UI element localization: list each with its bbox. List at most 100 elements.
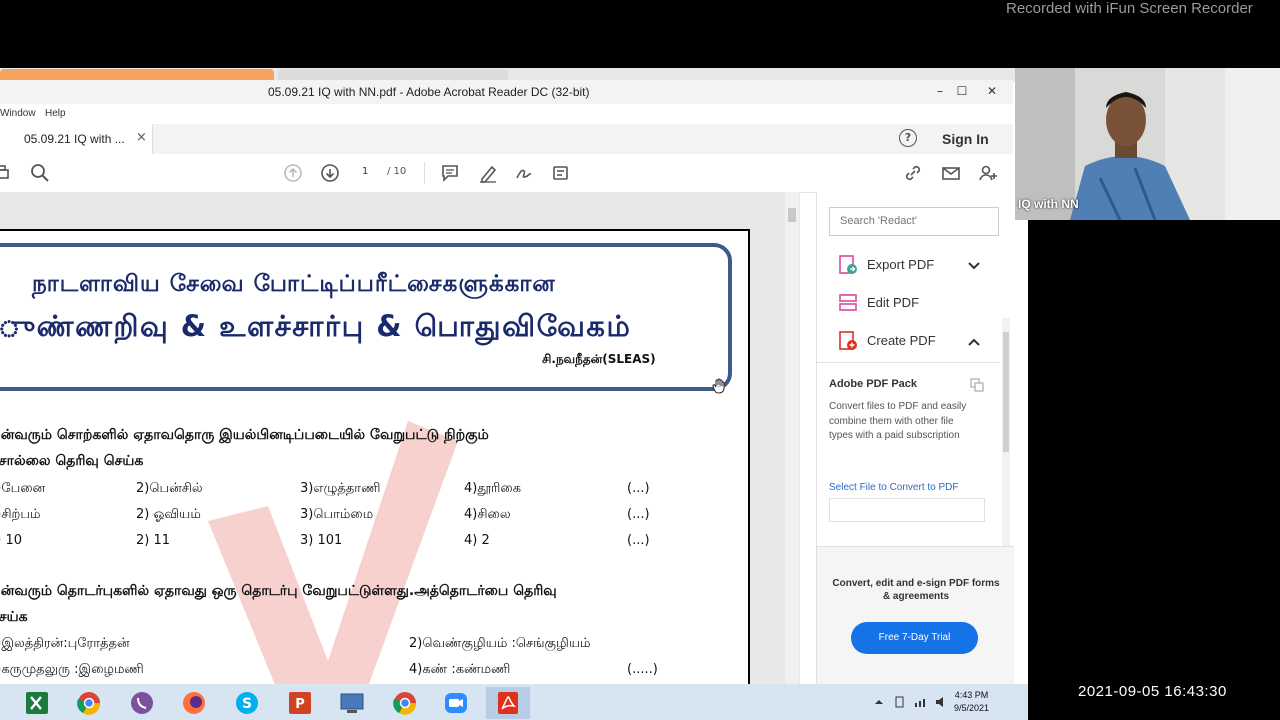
answer-blank: (...) bbox=[627, 507, 650, 522]
email-icon[interactable] bbox=[939, 161, 963, 185]
create-pdf-item[interactable]: Create PDF bbox=[837, 326, 987, 356]
option: 4)கண் :கண்மணி bbox=[409, 662, 511, 677]
taskbar-computer[interactable] bbox=[330, 687, 374, 719]
taskbar: S P 4:43 PM 9/5/2021 bbox=[0, 684, 1028, 720]
export-pdf-item[interactable]: Export PDF bbox=[837, 250, 987, 280]
page-total: / 10 bbox=[387, 166, 407, 177]
pdf-title-line1: நாடளாவிய சேவை போட்டிப்பரீட்சைகளுக்கான bbox=[32, 271, 556, 297]
minimize-button[interactable]: – bbox=[930, 82, 950, 100]
menu-help[interactable]: Help bbox=[45, 108, 66, 119]
create-pdf-icon bbox=[839, 331, 857, 350]
tools-pane: Export PDF Edit PDF Create PDF Adobe PDF… bbox=[816, 192, 1014, 720]
computer-icon bbox=[340, 693, 364, 713]
clock[interactable]: 4:43 PM 9/5/2021 bbox=[954, 689, 989, 715]
search-redact-box[interactable] bbox=[829, 207, 999, 236]
pdf-author: சி.நவநீதன்(SLEAS) bbox=[542, 352, 656, 366]
menu-window[interactable]: Window bbox=[0, 108, 36, 119]
option: 3)எழுத்தாணி bbox=[300, 481, 381, 496]
pdf-title-line2: ுண்ணறிவு & உளச்சார்பு & பொதுவிவேகம் bbox=[0, 309, 632, 343]
export-pdf-icon bbox=[839, 255, 857, 274]
share-link-icon[interactable] bbox=[901, 161, 925, 185]
system-tray-icons[interactable] bbox=[872, 694, 952, 710]
clock-date: 9/5/2021 bbox=[954, 703, 990, 713]
option: 2)பென்சில் bbox=[136, 481, 203, 496]
redact-icon[interactable] bbox=[550, 161, 574, 185]
highlight-pen-icon[interactable] bbox=[476, 161, 500, 185]
select-file-link[interactable]: Select File to Convert to PDF bbox=[829, 482, 959, 493]
acrobat-icon bbox=[498, 692, 518, 714]
sign-icon[interactable] bbox=[512, 161, 536, 185]
webcam-label: IQ with NN bbox=[1018, 197, 1079, 211]
comment-icon[interactable] bbox=[438, 161, 462, 185]
pdf-pack-description: Convert files to PDF and easily combine … bbox=[829, 401, 967, 441]
taskbar-chrome[interactable] bbox=[67, 687, 111, 719]
sign-in-button[interactable]: Sign In bbox=[942, 131, 989, 147]
question-1-line2: சொல்லை தெரிவு செய்க bbox=[0, 453, 144, 469]
taskbar-firefox[interactable] bbox=[172, 687, 216, 719]
document-scrollbar[interactable] bbox=[785, 192, 799, 720]
powerpoint-icon: P bbox=[289, 692, 311, 714]
chevron-up-icon[interactable] bbox=[967, 335, 981, 349]
toolbar-divider bbox=[424, 162, 425, 184]
create-pdf-label: Create PDF bbox=[867, 333, 936, 348]
recording-timestamp: 2021-09-05 16:43:30 bbox=[1078, 683, 1227, 700]
option: 3)பொம்மை bbox=[300, 507, 374, 522]
promo-text: Convert, edit and e-sign PDF forms & agr… bbox=[832, 578, 1000, 602]
free-trial-button[interactable]: Free 7-Day Trial bbox=[851, 622, 978, 654]
document-scroll-thumb[interactable] bbox=[788, 208, 796, 222]
taskbar-skype[interactable]: S bbox=[225, 687, 269, 719]
option: 2) 11 bbox=[136, 533, 171, 548]
search-icon[interactable] bbox=[28, 161, 52, 185]
document-tab[interactable]: 05.09.21 IQ with ... × bbox=[0, 124, 153, 154]
option: 4)சிலை bbox=[464, 507, 511, 522]
panel-divider bbox=[817, 362, 1000, 363]
panel-scroll-thumb[interactable] bbox=[1003, 332, 1009, 452]
close-window-button[interactable]: ✕ bbox=[982, 82, 1002, 100]
option: 1) 10 bbox=[0, 533, 23, 548]
search-redact-input[interactable] bbox=[840, 215, 990, 227]
svg-text:P: P bbox=[295, 697, 305, 712]
page-number-input[interactable]: 1 bbox=[362, 166, 368, 177]
excel-icon bbox=[26, 692, 48, 714]
option: 3) 101 bbox=[300, 533, 343, 548]
viber-icon bbox=[131, 692, 153, 714]
option: 2) ஓவியம் bbox=[136, 507, 201, 522]
option: 1)பேனை bbox=[0, 481, 46, 496]
question-1-line1: பின்வரும் சொற்களில் ஏதாவதொரு இயல்பினடிப்… bbox=[0, 427, 489, 443]
menu-bar: Window Help bbox=[0, 104, 1013, 124]
export-pdf-label: Export PDF bbox=[867, 257, 935, 272]
add-user-icon[interactable] bbox=[976, 161, 1000, 185]
print-icon[interactable] bbox=[0, 161, 14, 185]
option: 1)சிற்பம் bbox=[0, 507, 41, 522]
chrome-icon bbox=[77, 692, 101, 715]
window-titlebar: 05.09.21 IQ with NN.pdf - Adobe Acrobat … bbox=[0, 80, 1013, 105]
taskbar-acrobat[interactable] bbox=[486, 687, 530, 719]
document-view[interactable]: நாடளாவிய சேவை போட்டிப்பரீட்சைகளுக்கான ுண… bbox=[0, 192, 800, 720]
chrome-icon bbox=[393, 692, 417, 715]
window-title: 05.09.21 IQ with NN.pdf - Adobe Acrobat … bbox=[268, 85, 590, 99]
taskbar-viber[interactable] bbox=[120, 687, 164, 719]
document-tab-bar: 05.09.21 IQ with ... × ? Sign In bbox=[0, 124, 1013, 155]
firefox-icon bbox=[183, 692, 205, 714]
answer-blank: (...) bbox=[627, 533, 650, 548]
option: 4)தூரிகை bbox=[464, 481, 522, 496]
edit-pdf-item[interactable]: Edit PDF bbox=[837, 288, 987, 318]
skype-icon: S bbox=[236, 692, 258, 714]
next-page-icon[interactable] bbox=[318, 161, 342, 185]
option: 4) 2 bbox=[464, 533, 490, 548]
close-tab-icon[interactable]: × bbox=[136, 130, 147, 145]
help-icon[interactable]: ? bbox=[899, 129, 917, 147]
taskbar-excel[interactable] bbox=[14, 687, 58, 719]
maximize-button[interactable]: ☐ bbox=[952, 82, 972, 100]
chevron-down-icon[interactable] bbox=[967, 259, 981, 273]
edit-pdf-icon bbox=[839, 294, 857, 311]
taskbar-powerpoint[interactable]: P bbox=[277, 687, 321, 719]
question-2-line1: பின்வரும் தொடர்புகளில் ஏதாவது ஒரு தொடர்ப… bbox=[0, 583, 557, 599]
taskbar-zoom[interactable] bbox=[434, 687, 478, 719]
file-select-field[interactable] bbox=[829, 498, 985, 522]
copy-icon[interactable] bbox=[970, 378, 984, 392]
option: 1)இலத்திரன்:புரோத்தன் bbox=[0, 636, 130, 651]
taskbar-chrome-2[interactable] bbox=[383, 687, 427, 719]
previous-page-icon[interactable] bbox=[281, 161, 305, 185]
pdf-page: நாடளாவிய சேவை போட்டிப்பரீட்சைகளுக்கான ுண… bbox=[0, 229, 750, 720]
